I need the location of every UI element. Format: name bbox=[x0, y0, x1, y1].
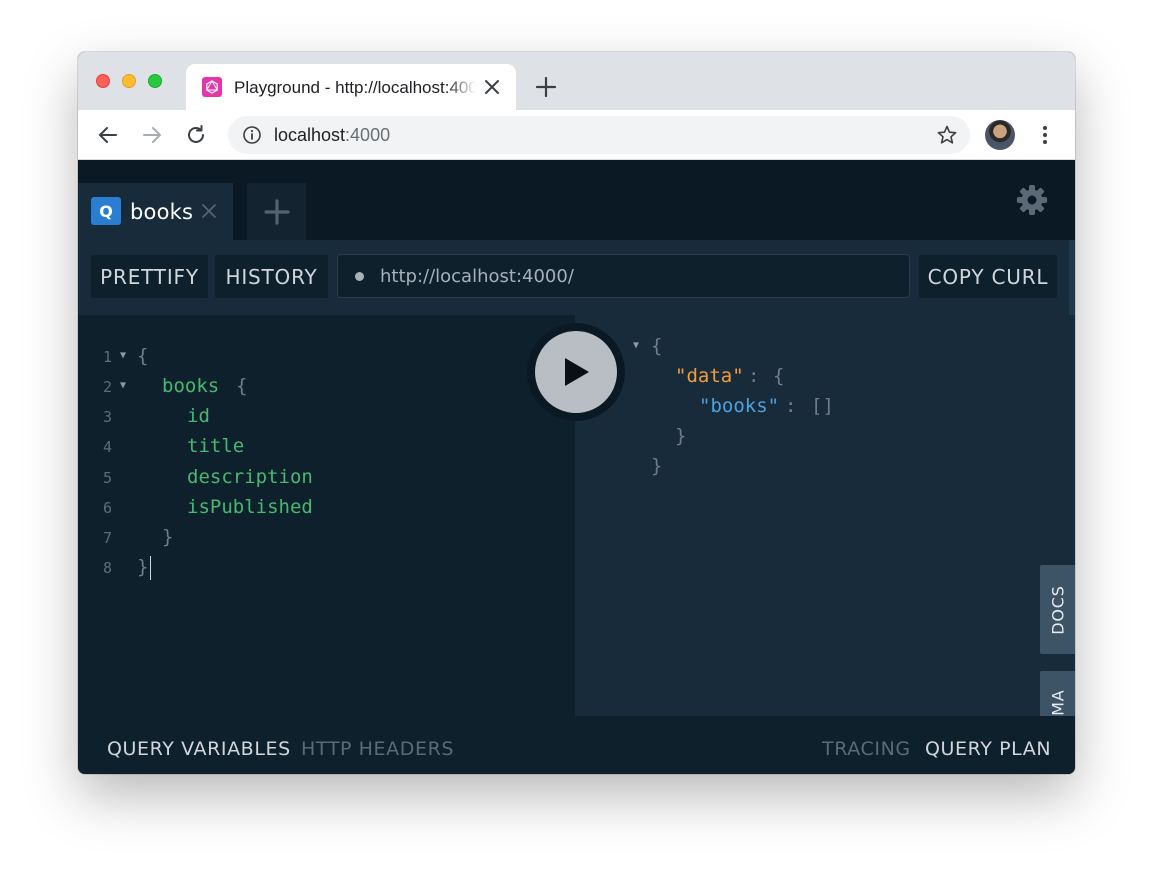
docs-side-tab-label: DOCS bbox=[1048, 584, 1067, 635]
close-window-button[interactable] bbox=[96, 74, 110, 88]
editor-token: { bbox=[137, 345, 149, 367]
query-badge: Q bbox=[91, 197, 121, 225]
line-number: 1 bbox=[103, 348, 113, 366]
result-line: } bbox=[575, 425, 686, 455]
prettify-button[interactable]: PRETTIFY bbox=[91, 255, 208, 298]
editor-line: 7 } bbox=[78, 526, 174, 556]
close-icon[interactable] bbox=[200, 202, 218, 220]
playground-tab-label: books bbox=[130, 200, 194, 224]
browser-window: Playground - http://localhost:4000 local… bbox=[78, 52, 1075, 774]
play-icon bbox=[565, 358, 589, 386]
menu-kebab-icon[interactable] bbox=[1033, 123, 1057, 147]
result-token: { bbox=[651, 335, 663, 357]
playground-tab-bar: Q books bbox=[78, 160, 1075, 240]
close-icon[interactable] bbox=[482, 77, 502, 97]
http-headers-tab[interactable]: HTTP HEADERS bbox=[301, 738, 454, 760]
line-number: 7 bbox=[103, 529, 113, 547]
plus-icon bbox=[264, 199, 290, 225]
graphql-playground: Q books PRETTIFY HISTORY http://localhos… bbox=[78, 160, 1075, 774]
connection-status-dot bbox=[355, 272, 364, 281]
settings-gear-icon[interactable] bbox=[1014, 182, 1050, 218]
info-icon[interactable] bbox=[242, 125, 262, 145]
docs-side-tab[interactable]: DOCS bbox=[1040, 565, 1075, 654]
editor-line: 1 ▼ { bbox=[78, 345, 170, 375]
result-token: } bbox=[651, 455, 663, 477]
fold-arrow-icon[interactable]: ▼ bbox=[120, 380, 126, 391]
editor-line: 4 title bbox=[78, 435, 244, 465]
result-value-books: [] bbox=[811, 395, 834, 417]
new-tab-plus-icon[interactable] bbox=[534, 75, 558, 99]
editor-line: 3 id bbox=[78, 405, 210, 435]
editor-line: 6 isPublished bbox=[78, 496, 313, 526]
run-button-face bbox=[535, 331, 617, 413]
execute-query-button[interactable] bbox=[527, 323, 625, 421]
back-arrow-icon[interactable] bbox=[96, 123, 120, 147]
line-number: 4 bbox=[103, 438, 113, 456]
endpoint-url-text: http://localhost:4000/ bbox=[380, 266, 574, 287]
editor-token: title bbox=[187, 435, 245, 457]
query-editor[interactable]: 1 ▼ { 2 ▼ books { 3 id 4 title 5 descrip… bbox=[78, 315, 575, 716]
line-number: 2 bbox=[103, 378, 113, 396]
editor-line: 8 } bbox=[78, 556, 170, 586]
bookmark-star-icon[interactable] bbox=[936, 124, 958, 146]
fold-arrow-icon[interactable]: ▼ bbox=[120, 350, 126, 361]
result-line: } bbox=[575, 455, 667, 485]
fold-arrow-icon[interactable]: ▼ bbox=[633, 340, 639, 351]
browser-toolbar: localhost:4000 bbox=[78, 110, 1075, 160]
query-plan-tab[interactable]: QUERY PLAN bbox=[925, 738, 1051, 760]
forward-arrow-icon[interactable] bbox=[140, 123, 164, 147]
result-token: { bbox=[773, 365, 785, 387]
editor-token: description bbox=[187, 466, 313, 488]
editor-token: books bbox=[162, 375, 220, 397]
editor-token: } bbox=[162, 526, 174, 548]
line-number: 5 bbox=[103, 469, 113, 487]
line-number: 8 bbox=[103, 559, 113, 577]
browser-tab-playground[interactable]: Playground - http://localhost:4000 bbox=[186, 64, 516, 110]
result-token: : bbox=[785, 395, 797, 417]
result-key-data: "data" bbox=[675, 365, 744, 387]
url-port: :4000 bbox=[345, 125, 391, 145]
result-viewer[interactable]: ▼ { "data" : { "books" : [] } } bbox=[575, 315, 1075, 716]
endpoint-url-input[interactable]: http://localhost:4000/ bbox=[337, 254, 910, 298]
editor-token: isPublished bbox=[187, 496, 313, 518]
playground-bottom-bar: QUERY VARIABLES HTTP HEADERS TRACING QUE… bbox=[78, 716, 1075, 774]
editor-token: } bbox=[137, 556, 149, 578]
profile-avatar[interactable] bbox=[985, 120, 1015, 150]
history-button[interactable]: HISTORY bbox=[215, 255, 328, 298]
line-number: 3 bbox=[103, 408, 113, 426]
editor-line: 2 ▼ books { bbox=[78, 375, 247, 405]
editor-token: id bbox=[187, 405, 210, 427]
query-variables-tab[interactable]: QUERY VARIABLES bbox=[107, 738, 291, 760]
result-token: } bbox=[675, 425, 687, 447]
result-token: : bbox=[748, 365, 760, 387]
scrollbar[interactable] bbox=[1069, 240, 1075, 315]
text-cursor bbox=[149, 556, 151, 580]
result-key-books: "books" bbox=[699, 395, 780, 417]
playground-tab-books[interactable]: Q books bbox=[78, 183, 233, 240]
address-bar[interactable]: localhost:4000 bbox=[228, 116, 970, 154]
tracing-tab[interactable]: TRACING bbox=[822, 738, 911, 760]
editor-line: 5 description bbox=[78, 466, 313, 496]
copy-curl-button[interactable]: COPY CURL bbox=[919, 255, 1057, 298]
browser-tab-title: Playground - http://localhost:4000 bbox=[234, 78, 476, 97]
minimize-window-button[interactable] bbox=[122, 74, 136, 88]
maximize-window-button[interactable] bbox=[148, 74, 162, 88]
playground-new-tab-button[interactable] bbox=[247, 183, 306, 240]
url-host: localhost bbox=[274, 125, 346, 145]
reload-icon[interactable] bbox=[184, 123, 208, 147]
address-url: localhost:4000 bbox=[274, 125, 390, 146]
graphql-favicon-icon bbox=[202, 77, 222, 97]
playground-toolbar: PRETTIFY HISTORY http://localhost:4000/ … bbox=[78, 240, 1075, 315]
browser-tab-strip: Playground - http://localhost:4000 bbox=[78, 52, 1075, 110]
line-number: 6 bbox=[103, 499, 113, 517]
editor-token: { bbox=[236, 375, 248, 397]
